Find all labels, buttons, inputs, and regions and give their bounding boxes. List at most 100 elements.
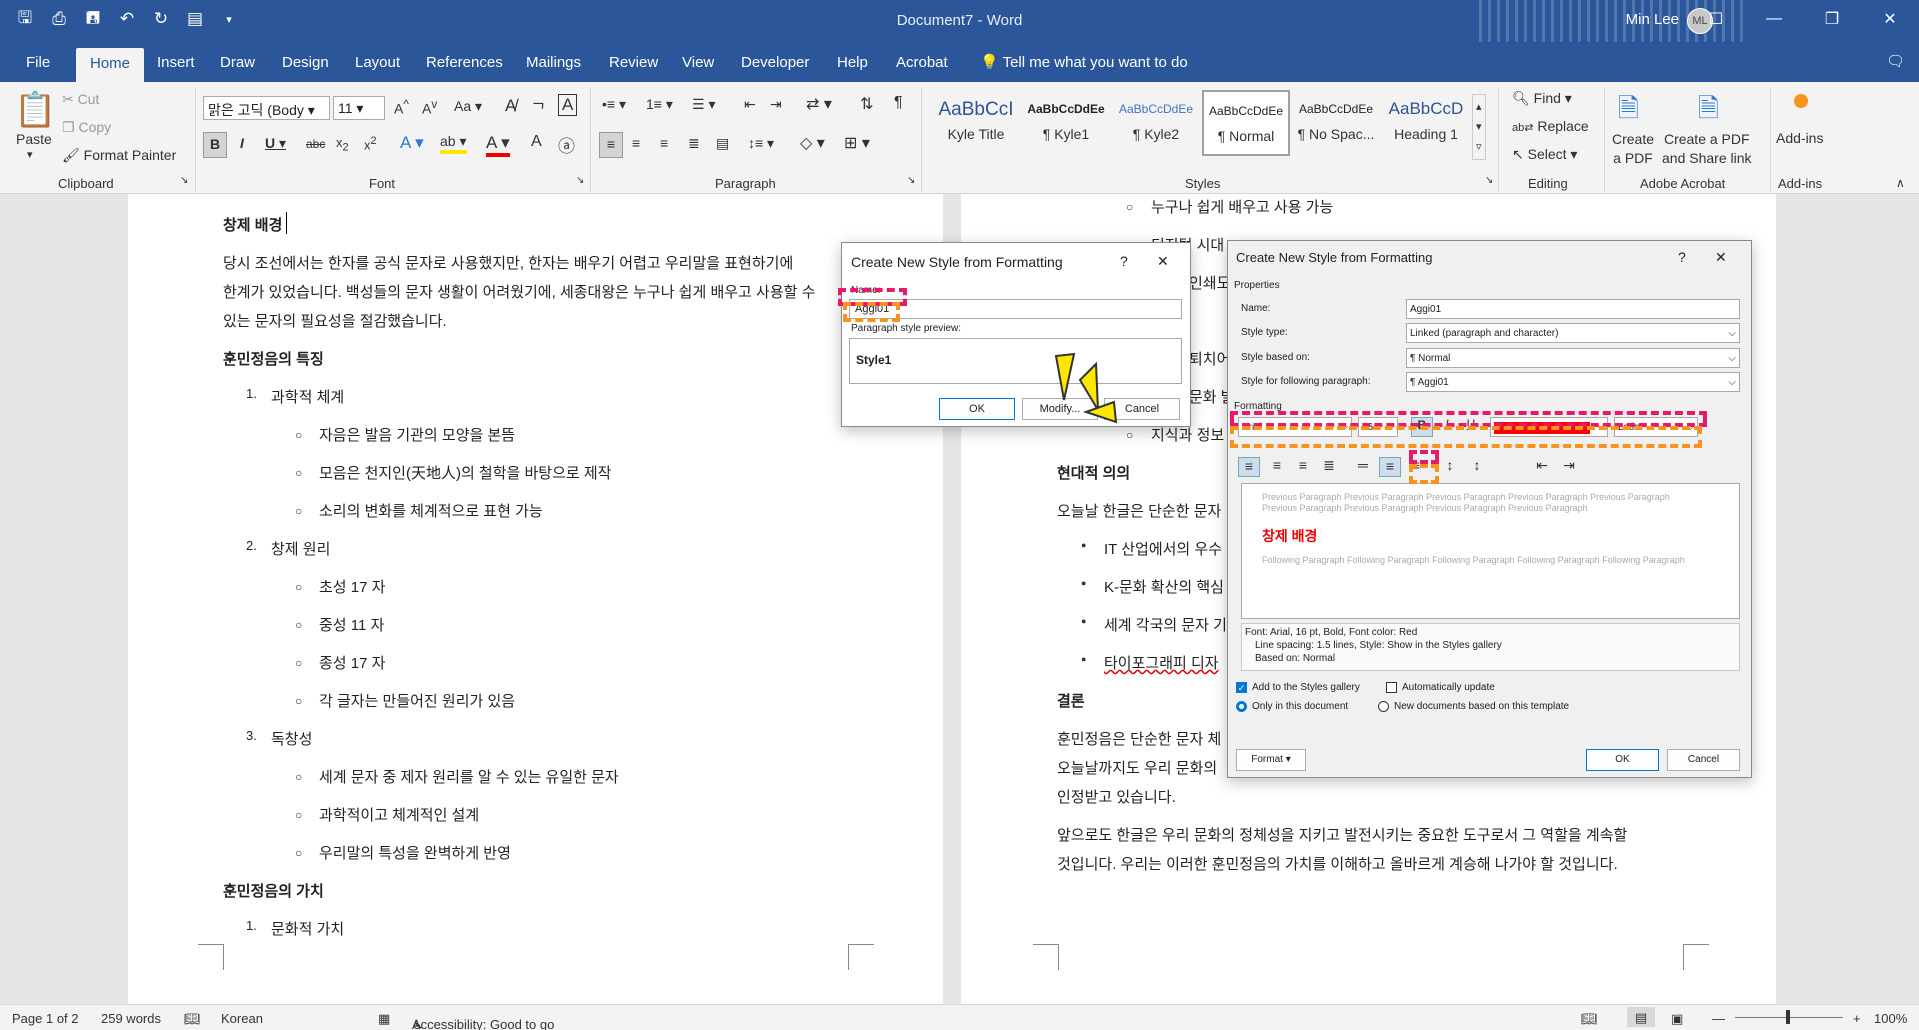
following-style-select[interactable]: ¶ Aggi01 ⌵ bbox=[1406, 372, 1740, 392]
font-name-combo[interactable]: 맑은 고딕 (Body ▾ bbox=[203, 96, 330, 120]
justify-icon[interactable]: ≣ bbox=[1318, 457, 1340, 477]
strikethrough-icon[interactable]: abc bbox=[306, 137, 325, 151]
decrease-spacing-icon[interactable]: ↕ bbox=[1466, 457, 1488, 477]
underline-icon[interactable]: U ▾ bbox=[265, 135, 286, 152]
single-spacing-icon[interactable]: ═ bbox=[1352, 457, 1374, 477]
align-right-icon[interactable]: ≡ bbox=[1292, 457, 1314, 477]
bullets-icon[interactable]: •≡ ▾ bbox=[602, 96, 626, 113]
tab-home[interactable]: Home bbox=[76, 48, 145, 82]
style-heading1[interactable]: AaBbCcD Heading 1 bbox=[1382, 90, 1470, 156]
name-input[interactable]: Aggi01 bbox=[1406, 299, 1740, 319]
close-window-icon[interactable]: ✕ bbox=[1861, 0, 1919, 38]
align-right-icon[interactable]: ≡ bbox=[660, 135, 668, 151]
format-button[interactable]: Format ▾ bbox=[1236, 749, 1306, 771]
distributed-icon[interactable]: ▤ bbox=[716, 135, 729, 152]
increase-indent-icon[interactable]: ⇥ bbox=[770, 96, 782, 113]
tab-review[interactable]: Review bbox=[609, 54, 658, 71]
paste-dropdown-icon[interactable]: ▾ bbox=[27, 148, 33, 161]
tab-developer[interactable]: Developer bbox=[741, 54, 809, 71]
zoom-slider-thumb[interactable] bbox=[1786, 1010, 1790, 1024]
close-icon[interactable]: ✕ bbox=[1157, 253, 1169, 270]
justify-icon[interactable]: ≣ bbox=[688, 135, 700, 152]
line-spacing-icon[interactable]: ↕≡ ▾ bbox=[748, 135, 774, 152]
cut-button[interactable]: ✂ Cut bbox=[62, 91, 99, 108]
increase-indent-icon[interactable]: ⇥ bbox=[1558, 457, 1580, 477]
read-mode-icon[interactable]: 📖︎ bbox=[1581, 1011, 1598, 1027]
show-formatting-icon[interactable]: ¶ bbox=[894, 94, 903, 112]
format-painter-button[interactable]: 🖌 Format Painter bbox=[62, 147, 176, 164]
zoom-level[interactable]: 100% bbox=[1874, 1011, 1907, 1026]
decrease-indent-icon[interactable]: ⇤ bbox=[1531, 457, 1553, 477]
restore-icon[interactable]: ❐ bbox=[1803, 0, 1861, 38]
only-document-radio[interactable] bbox=[1236, 701, 1247, 712]
styles-scroll-icon[interactable]: ▴ ▾ ▿ bbox=[1472, 94, 1486, 160]
multilevel-list-icon[interactable]: ☰ ▾ bbox=[692, 96, 715, 113]
paste-label[interactable]: Paste bbox=[16, 131, 52, 147]
decrease-indent-icon[interactable]: ⇤ bbox=[744, 96, 756, 113]
new-documents-radio[interactable] bbox=[1378, 701, 1389, 712]
word-count[interactable]: 259 words bbox=[101, 1011, 161, 1026]
tab-view[interactable]: View bbox=[682, 54, 714, 71]
tab-draw[interactable]: Draw bbox=[220, 54, 255, 71]
close-icon[interactable]: ✕ bbox=[1715, 249, 1727, 266]
language-indicator[interactable]: Korean bbox=[221, 1011, 263, 1026]
superscript-icon[interactable]: x2 bbox=[364, 135, 377, 152]
replace-button[interactable]: ab⇄ Replace bbox=[1512, 118, 1589, 134]
addins-icon[interactable] bbox=[1794, 94, 1808, 108]
bold-icon[interactable]: B bbox=[203, 132, 227, 158]
create-share-pdf-button[interactable]: Create a PDF and Share link bbox=[1662, 130, 1752, 168]
tab-help[interactable]: Help bbox=[837, 54, 868, 71]
font-launcher-icon[interactable]: ↘ bbox=[576, 175, 584, 186]
comments-icon[interactable]: 🗨 bbox=[1886, 52, 1905, 70]
italic-icon[interactable]: I bbox=[240, 135, 244, 151]
user-name[interactable]: Min Lee bbox=[1626, 11, 1679, 28]
tab-insert[interactable]: Insert bbox=[157, 54, 195, 71]
grow-font-icon[interactable]: A^ bbox=[394, 98, 409, 117]
align-left-icon[interactable]: ≡ bbox=[599, 132, 623, 158]
page-count[interactable]: Page 1 of 2 bbox=[12, 1011, 79, 1026]
style-based-select[interactable]: ¶ Normal ⌵ bbox=[1406, 348, 1740, 368]
enclose-characters-icon[interactable]: ⓐ bbox=[558, 132, 575, 157]
tab-design[interactable]: Design bbox=[282, 54, 329, 71]
style-no-spacing[interactable]: AaBbCcDdEe ¶ No Spac... bbox=[1292, 90, 1380, 156]
tab-references[interactable]: References bbox=[426, 54, 503, 71]
align-center-icon[interactable]: ≡ bbox=[1266, 457, 1288, 477]
align-left-icon[interactable]: ≡ bbox=[1238, 457, 1260, 477]
text-effects-icon[interactable]: A ▾ bbox=[400, 133, 424, 153]
align-center-icon[interactable]: ≡ bbox=[632, 135, 640, 151]
minimize-icon[interactable]: — bbox=[1745, 0, 1803, 38]
clear-formatting-icon[interactable]: A̸ bbox=[505, 96, 516, 116]
select-button[interactable]: ↖ Select ▾ bbox=[1512, 146, 1577, 163]
print-layout-icon[interactable]: ▤ bbox=[1627, 1007, 1655, 1027]
zoom-in-icon[interactable]: + bbox=[1853, 1011, 1861, 1026]
ok-button[interactable]: OK bbox=[939, 398, 1015, 420]
tab-file[interactable]: File bbox=[26, 54, 50, 71]
tab-acrobat[interactable]: Acrobat bbox=[896, 54, 948, 71]
borders-icon[interactable]: ⊞ ▾ bbox=[844, 133, 870, 153]
subscript-icon[interactable]: x2 bbox=[336, 135, 349, 154]
styles-launcher-icon[interactable]: ↘ bbox=[1485, 175, 1493, 186]
clipboard-launcher-icon[interactable]: ↘ bbox=[180, 175, 188, 186]
highlight-icon[interactable]: ab ▾ bbox=[440, 133, 467, 154]
find-button[interactable]: 🔍︎ Find ▾ bbox=[1512, 90, 1572, 107]
create-share-pdf-icon[interactable]: 🗎 bbox=[1698, 90, 1719, 134]
sort-icon[interactable]: ⇅ bbox=[860, 94, 873, 114]
proofing-icon[interactable]: 📖︎ bbox=[184, 1011, 201, 1027]
collapse-ribbon-icon[interactable]: ∧ bbox=[1896, 176, 1905, 190]
style-kyle2[interactable]: AaBbCcDdEe ¶ Kyle2 bbox=[1112, 90, 1200, 156]
increase-spacing-icon[interactable]: ↕ bbox=[1439, 457, 1461, 477]
macro-icon[interactable]: ▦ bbox=[378, 1011, 390, 1027]
add-gallery-checkbox[interactable]: ✓ bbox=[1236, 682, 1247, 693]
text-direction-icon[interactable]: ⇄ ▾ bbox=[806, 94, 832, 114]
ribbon-display-icon[interactable]: ☐ bbox=[1687, 0, 1745, 38]
document-page-1[interactable]: 창제 배경 당시 조선에서는 한자를 공식 문자로 사용했지만, 한자는 배우기… bbox=[128, 194, 943, 1004]
help-icon[interactable]: ? bbox=[1120, 253, 1128, 269]
style-type-select[interactable]: Linked (paragraph and character) ⌵ bbox=[1406, 323, 1740, 343]
paragraph-launcher-icon[interactable]: ↘ bbox=[907, 175, 915, 186]
create-pdf-icon[interactable]: 🗎 bbox=[1618, 90, 1639, 134]
paste-icon[interactable]: 📋 bbox=[14, 90, 56, 130]
style-kyle1[interactable]: AaBbCcDdEe ¶ Kyle1 bbox=[1022, 90, 1110, 156]
font-size-combo[interactable]: 11 ▾ bbox=[333, 96, 385, 120]
shrink-font-icon[interactable]: Av bbox=[422, 98, 437, 117]
tell-me-search[interactable]: 💡 Tell me what you want to do bbox=[980, 53, 1188, 71]
